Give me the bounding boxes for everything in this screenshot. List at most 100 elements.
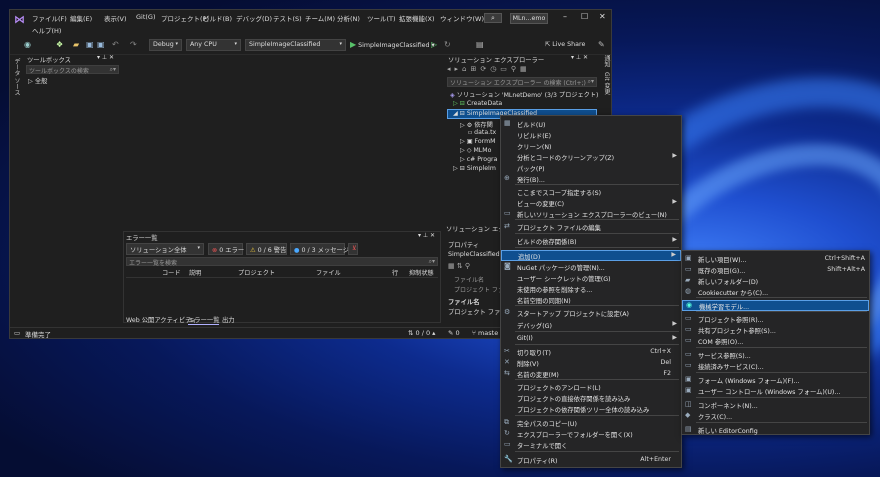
tree-solution[interactable]: ◈ ソリューション 'MLnetDemo' (3/3 プロジェクト) <box>450 90 598 99</box>
context-item-1[interactable]: リビルド(E) <box>501 130 681 141</box>
platform-dropdown[interactable]: Any CPU ▾ <box>186 39 241 51</box>
menu-1[interactable]: 編集(E) <box>70 13 92 23</box>
tree-item-mlmodel[interactable]: ▷ ◇ MLMo <box>460 147 491 156</box>
col-line[interactable]: 行 <box>392 268 398 277</box>
col-desc[interactable]: 説明 <box>189 268 201 277</box>
context-item-16[interactable]: ⚙ スタートアップ プロジェクトに設定(A) <box>501 308 681 319</box>
submenu-item-4[interactable]: ◉ 機械学習モデル... <box>682 300 869 311</box>
context-item-6[interactable]: ここまでスコープ指定する(S) <box>501 187 681 198</box>
menu-10[interactable]: ツール(T) <box>367 13 396 23</box>
submenu-item-11[interactable]: ▣ ユーザー コントロール (Windows フォーム)(U)... <box>682 386 869 397</box>
redo-icon[interactable]: ↷ <box>130 40 137 49</box>
col-project[interactable]: プロジェクト <box>238 268 275 277</box>
new-item-icon[interactable]: ❖ <box>56 40 63 49</box>
submenu-item-13[interactable]: ◆ クラス(C)... <box>682 411 869 422</box>
solution-explorer-controls[interactable]: ▾ ⊥ ✕ <box>571 54 588 61</box>
tab-error-list[interactable]: エラー一覧 <box>188 315 220 325</box>
submenu-item-14[interactable]: ▤ 新しい EditorConfig <box>682 425 869 436</box>
tree-item-program[interactable]: ▷ c# Progra <box>460 156 497 165</box>
notifications-tab[interactable]: 通知 <box>602 55 611 67</box>
tree-item-form[interactable]: ▷ ▣ FormM <box>460 138 495 147</box>
status-branch[interactable]: ⑂ maste <box>472 329 498 337</box>
status-lines[interactable]: ⇅ 0 / 0 ▴ <box>408 329 435 337</box>
context-item-28[interactable]: 🔧 プロパティ(R) Alt+Enter <box>501 455 681 466</box>
context-item-9[interactable]: ⇄ プロジェクト ファイルの編集 <box>501 222 681 233</box>
context-item-11[interactable]: 追加(D) ▶ <box>501 250 681 261</box>
submenu-item-1[interactable]: ▭ 既存の項目(G)... Shift+Alt+A <box>682 265 869 276</box>
context-item-2[interactable]: クリーン(N) <box>501 141 681 152</box>
live-share-button[interactable]: ⇱ Live Share <box>545 41 585 48</box>
error-list-controls[interactable]: ▾ ⊥ ✕ <box>418 232 435 239</box>
feedback-icon[interactable]: ✎ <box>598 40 605 49</box>
menu-5[interactable]: ビルド(B) <box>203 13 232 23</box>
messages-filter-button[interactable]: ● 0 / 3 メッセージ <box>290 243 349 255</box>
project-dropdown[interactable]: SimpleImageClassified ▾ <box>245 39 346 51</box>
context-item-7[interactable]: ビューの変更(C) ▶ <box>501 198 681 209</box>
tab-web-publish[interactable]: Web 公開アクティビティ <box>126 315 197 324</box>
submenu-item-9[interactable]: ▭ 接続済みサービス(C)... <box>682 361 869 372</box>
solution-search-input[interactable]: ソリューション エクスプローラー の検索 (Ctrl+;) ⌕▾ <box>447 77 597 87</box>
menu-4[interactable]: プロジェクト(P) <box>161 13 209 23</box>
undo-icon[interactable]: ↶ <box>112 40 119 49</box>
config-dropdown[interactable]: Debug ▾ <box>149 39 182 51</box>
warnings-filter-button[interactable]: ⚠ 0 / 6 警告 <box>246 243 287 255</box>
tree-item-deps[interactable]: ▷ ⚙ 依存関 <box>460 120 493 129</box>
context-item-13[interactable]: ユーザー シークレットの管理(G) <box>501 273 681 284</box>
menu-6[interactable]: デバッグ(D) <box>236 13 272 23</box>
context-item-8[interactable]: ▭ 新しいソリューション エクスプローラーのビュー(N) <box>501 209 681 220</box>
maximize-button[interactable]: ☐ <box>581 12 588 21</box>
data-sources-tab[interactable]: データ ソース <box>11 58 21 96</box>
context-item-5[interactable]: ⊕ 発行(B)... <box>501 174 681 185</box>
context-item-23[interactable]: プロジェクトの直接依存関係を読み込み <box>501 393 681 404</box>
context-item-22[interactable]: プロジェクトのアンロード(L) <box>501 382 681 393</box>
save-icon[interactable]: ▣ <box>86 40 94 49</box>
menu-12[interactable]: ウィンドウ(W) <box>440 13 484 23</box>
menu-2[interactable]: 表示(V) <box>104 13 127 23</box>
minimize-button[interactable]: – <box>563 12 567 21</box>
menu-help[interactable]: ヘルプ(H) <box>32 25 61 35</box>
menu-11[interactable]: 拡張機能(X) <box>399 13 435 23</box>
submenu-item-10[interactable]: ▣ フォーム (Windows フォーム)(F)... <box>682 375 869 386</box>
submenu-item-3[interactable]: ◍ Cookiecutter から(C)... <box>682 287 869 298</box>
layout-icon[interactable]: ▤ <box>476 40 484 49</box>
tab-output[interactable]: 出力 <box>222 315 235 324</box>
tree-project-simpleim[interactable]: ▷ ⊟ SimpleIm <box>453 165 496 174</box>
context-item-27[interactable]: ▭ ターミナルで開く <box>501 440 681 451</box>
col-code[interactable]: コード <box>162 268 181 277</box>
submenu-item-0[interactable]: ▣ 新しい項目(W)... Ctrl+Shift+A <box>682 254 869 265</box>
context-item-15[interactable]: 名前空間の同期(N) <box>501 295 681 306</box>
tree-project-createdata[interactable]: ▷ ⊟ CreateData <box>453 100 502 109</box>
context-item-19[interactable]: ✂ 切り取り(T) Ctrl+X <box>501 347 681 358</box>
toolbox-search-input[interactable]: ツールボックスの検索 ⌕▾ <box>26 65 119 75</box>
toolbox-group-general[interactable]: ▷ 全般 <box>28 76 47 85</box>
menu-3[interactable]: Git(G) <box>136 13 156 21</box>
context-item-26[interactable]: ↻ エクスプローラーでフォルダーを開く(X) <box>501 429 681 440</box>
menu-7[interactable]: テスト(S) <box>273 13 302 23</box>
search-icon[interactable]: ⌕ <box>484 13 502 23</box>
refresh-icon[interactable]: ↻ <box>444 40 451 49</box>
submenu-item-5[interactable]: ▭ プロジェクト参照(R)... <box>682 314 869 325</box>
git-changes-tab[interactable]: Git 変更 <box>602 72 611 95</box>
properties-toolbar[interactable]: ▦ ⇅ ⚲ <box>448 262 470 270</box>
open-icon[interactable]: ▰ <box>73 40 79 49</box>
context-item-20[interactable]: ✕ 削除(V) Del <box>501 358 681 369</box>
run-button[interactable]: ▶ SimpleImageClassified ▾ <box>350 40 435 49</box>
close-button[interactable]: ✕ <box>599 12 606 21</box>
submenu-item-2[interactable]: ▰ 新しいフォルダー(D) <box>682 276 869 287</box>
submenu-item-7[interactable]: ▭ COM 参照(O)... <box>682 336 869 347</box>
context-item-18[interactable]: Git(I) ▶ <box>501 334 681 345</box>
context-item-3[interactable]: 分析とコードのクリーンアップ(Z) ▶ <box>501 152 681 163</box>
submenu-item-6[interactable]: ▭ 共有プロジェクト参照(S)... <box>682 325 869 336</box>
context-item-21[interactable]: ⇆ 名前の変更(M) F2 <box>501 369 681 380</box>
save-all-icon[interactable]: ▣ <box>97 40 105 49</box>
tree-item-data[interactable]: ▫ data.tx <box>468 129 496 138</box>
context-item-0[interactable]: ▦ ビルド(U) <box>501 119 681 130</box>
col-suppress[interactable]: 抑制状態 <box>409 268 434 277</box>
context-item-24[interactable]: プロジェクトの依存関係ツリー全体の読み込み <box>501 404 681 415</box>
start-without-debug-icon[interactable]: ▷ <box>431 40 437 49</box>
error-search-input[interactable]: エラー一覧を検索 ⌕▾ <box>126 257 438 267</box>
toolbox-close-icon[interactable]: ▾ ⊥ ✕ <box>97 54 114 61</box>
menu-0[interactable]: ファイル(F) <box>32 13 67 23</box>
errors-filter-button[interactable]: ⊗ 0 エラー <box>208 243 244 255</box>
status-edits[interactable]: ✎ 0 <box>448 329 460 337</box>
